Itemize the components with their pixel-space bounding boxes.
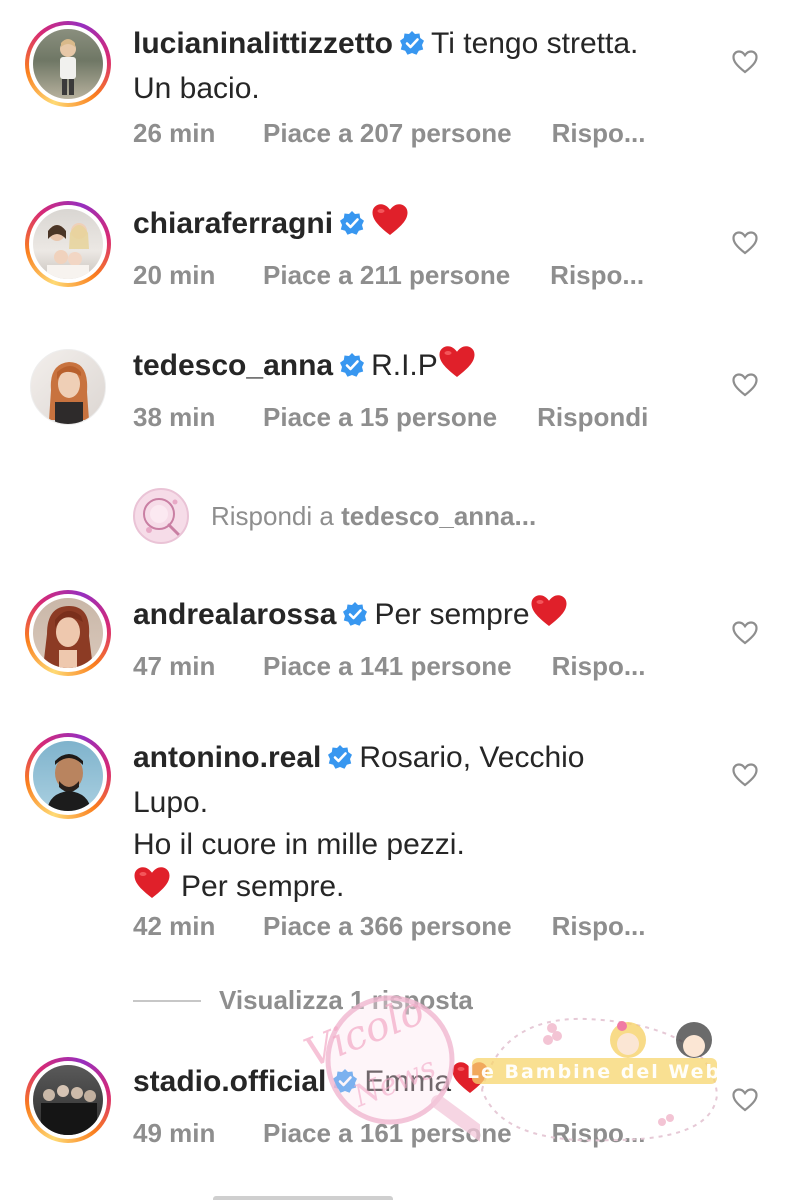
heart-outline-icon[interactable]: [732, 50, 758, 74]
heart-outline-icon[interactable]: [732, 1088, 758, 1112]
likes-count[interactable]: Piace a 211 persone: [263, 260, 510, 291]
comment-meta: 49 min Piace a 161 persone Rispo...: [133, 1118, 646, 1149]
view-replies-button[interactable]: Visualizza 1 risposta: [133, 985, 473, 1016]
comment-line: Un bacio.: [133, 72, 260, 105]
next-item-partial: [133, 1186, 493, 1200]
comment-line: Ti tengo stretta.: [431, 27, 639, 60]
comment-line: R.I.P: [371, 349, 438, 382]
timestamp: 42 min: [133, 911, 216, 941]
comment-text: stadio.official Emma: [133, 1061, 713, 1107]
avatar: [33, 29, 103, 99]
red-heart-emoji: [133, 866, 171, 912]
reply-placeholder[interactable]: Rispondi a tedesco_anna...: [211, 501, 536, 532]
comment-meta: 47 min Piace a 141 persone Rispo...: [133, 651, 646, 682]
comment-text: lucianinalittizzetto Ti tengo stretta. Un…: [133, 23, 713, 110]
avatar: [33, 209, 103, 279]
reply-button[interactable]: Rispo...: [552, 118, 646, 149]
timestamp: 20 min: [133, 260, 216, 290]
avatar: [30, 349, 106, 425]
verified-badge-icon: [327, 740, 353, 782]
comment-meta: 42 min Piace a 366 persone Rispo...: [133, 911, 646, 942]
comment-meta: 20 min Piace a 211 persone Rispo...: [133, 260, 644, 291]
verified-badge-icon: [399, 26, 425, 68]
comment-meta: 26 min Piace a 207 persone Rispo...: [133, 118, 646, 149]
verified-badge-icon: [339, 348, 365, 390]
reply-button[interactable]: Rispo...: [550, 260, 644, 291]
comment-line: Emma: [364, 1065, 452, 1098]
red-heart-emoji: [451, 1061, 489, 1107]
comment-line: Lupo.: [133, 786, 209, 819]
timestamp: 26 min: [133, 118, 216, 148]
avatar-story-ring[interactable]: [25, 1057, 111, 1143]
reply-input-row[interactable]: Rispondi a tedesco_anna...: [133, 486, 536, 546]
username[interactable]: tedesco_anna: [133, 349, 333, 382]
avatar: [33, 741, 103, 811]
reply-button[interactable]: Rispo...: [552, 911, 646, 942]
view-replies-label: Visualizza 1 risposta: [219, 985, 473, 1015]
avatar-story-ring[interactable]: [25, 201, 111, 287]
avatar: [33, 598, 103, 668]
username[interactable]: lucianinalittizzetto: [133, 27, 393, 60]
comment-meta: 38 min Piace a 15 persone Rispondi: [133, 402, 648, 433]
username[interactable]: antonino.real: [133, 741, 321, 774]
likes-count[interactable]: Piace a 207 persone: [263, 118, 512, 149]
likes-count[interactable]: Piace a 15 persone: [263, 402, 497, 433]
reply-target-username: tedesco_anna...: [341, 500, 537, 531]
comment-line: Per sempre: [374, 598, 530, 631]
reply-prefix: Rispondi a: [211, 500, 334, 531]
comment-text: antonino.real Rosario, Vecchio Lupo. Ho i…: [133, 737, 713, 912]
verified-badge-icon: [339, 206, 365, 248]
divider-line: [133, 999, 201, 1002]
verified-badge-icon: [342, 597, 368, 639]
avatar-story-ring[interactable]: [25, 590, 111, 676]
reply-button[interactable]: Rispondi: [537, 402, 648, 433]
username[interactable]: stadio.official: [133, 1065, 326, 1098]
comment-text: tedesco_anna R.I.P: [133, 345, 713, 391]
heart-outline-icon[interactable]: [732, 621, 758, 645]
comment-text: andrealarossa Per sempre: [133, 594, 713, 640]
comment-text: chiaraferragni: [133, 203, 713, 249]
timestamp: 47 min: [133, 651, 216, 681]
heart-outline-icon[interactable]: [732, 373, 758, 397]
avatar-wrapper[interactable]: [25, 344, 111, 430]
avatar-story-ring[interactable]: [25, 733, 111, 819]
red-heart-emoji: [530, 594, 568, 640]
reply-button[interactable]: Rispo...: [552, 1118, 646, 1149]
verified-badge-icon: [332, 1064, 358, 1106]
current-user-avatar: [133, 488, 189, 544]
red-heart-emoji: [371, 203, 409, 249]
avatar-story-ring[interactable]: [25, 21, 111, 107]
timestamp: 49 min: [133, 1118, 216, 1148]
avatar: [33, 1065, 103, 1135]
likes-count[interactable]: Piace a 141 persone: [263, 651, 512, 682]
likes-count[interactable]: Piace a 366 persone: [263, 911, 512, 942]
red-heart-emoji: [438, 345, 476, 391]
username[interactable]: andrealarossa: [133, 598, 336, 631]
likes-count[interactable]: Piace a 161 persone: [263, 1118, 512, 1149]
heart-outline-icon[interactable]: [732, 763, 758, 787]
username[interactable]: chiaraferragni: [133, 207, 333, 240]
comments-feed: lucianinalittizzetto Ti tengo stretta. Un…: [0, 0, 798, 1200]
heart-outline-icon[interactable]: [732, 231, 758, 255]
comment-line: Per sempre.: [181, 870, 345, 903]
reply-button[interactable]: Rispo...: [552, 651, 646, 682]
timestamp: 38 min: [133, 402, 216, 432]
comment-line: Rosario, Vecchio: [359, 741, 585, 774]
comment-line: Ho il cuore in mille pezzi.: [133, 828, 465, 861]
